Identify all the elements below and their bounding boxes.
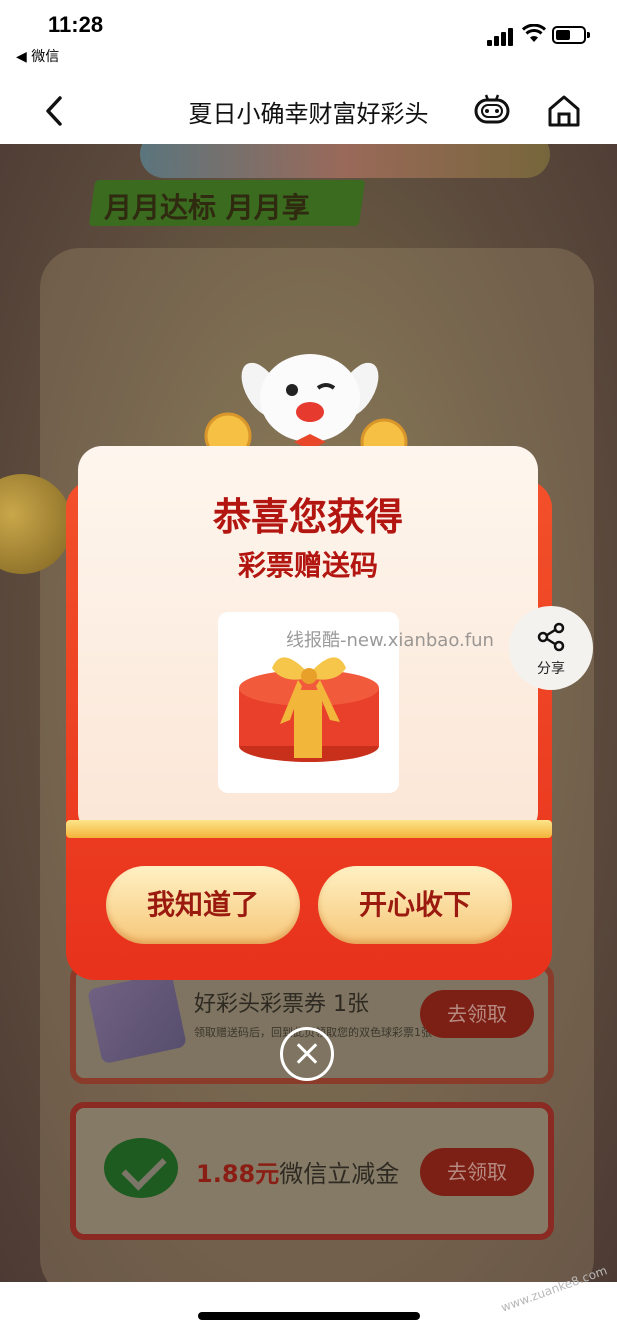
popup-gold-band <box>66 820 552 838</box>
watermark-text: 线报酷-new.xianbao.fun <box>286 630 494 651</box>
share-button[interactable]: 分享 <box>509 606 593 690</box>
status-time: 11:28 <box>48 12 104 37</box>
home-indicator[interactable] <box>198 1312 420 1320</box>
ticket-icon <box>87 971 187 1065</box>
popup-subtitle: 彩票赠送码 <box>237 549 378 582</box>
gift-box-icon <box>239 657 379 762</box>
battery-icon <box>552 26 590 44</box>
coupon-claim-button[interactable]: 去领取 <box>420 1148 534 1196</box>
coupon-amount: 1.88元 <box>196 1160 280 1188</box>
ticket-claim-button[interactable]: 去领取 <box>420 990 534 1038</box>
coupon-label: 微信立减金 <box>279 1160 400 1188</box>
page-title: 夏日小确幸财富好彩头 <box>188 100 429 128</box>
banner-graphic <box>140 144 550 178</box>
coupon-reward-row: 1.88元微信立减金 去领取 <box>70 1102 554 1240</box>
share-icon <box>537 622 565 652</box>
status-bar: 11:28 ◀ 微信 <box>0 0 617 80</box>
accept-button[interactable]: 开心收下 <box>318 866 512 944</box>
back-to-wechat[interactable]: ◀ 微信 <box>16 46 59 66</box>
ticket-label: 好彩头彩票券 1张 <box>194 992 369 1017</box>
close-icon[interactable] <box>280 1027 334 1081</box>
nav-bar: 夏日小确幸财富好彩头 <box>0 80 617 144</box>
share-label: 分享 <box>537 661 565 677</box>
home-icon[interactable] <box>545 92 583 130</box>
coupon-text: 1.88元微信立减金 <box>196 1154 399 1189</box>
slogan-text: 月月达标 月月享 <box>104 191 310 224</box>
popup-title: 恭喜您获得 <box>212 495 403 539</box>
wifi-icon <box>522 24 546 42</box>
signal-icon <box>487 26 517 46</box>
acknowledge-button[interactable]: 我知道了 <box>106 866 300 944</box>
robot-assistant-icon[interactable] <box>472 90 512 130</box>
